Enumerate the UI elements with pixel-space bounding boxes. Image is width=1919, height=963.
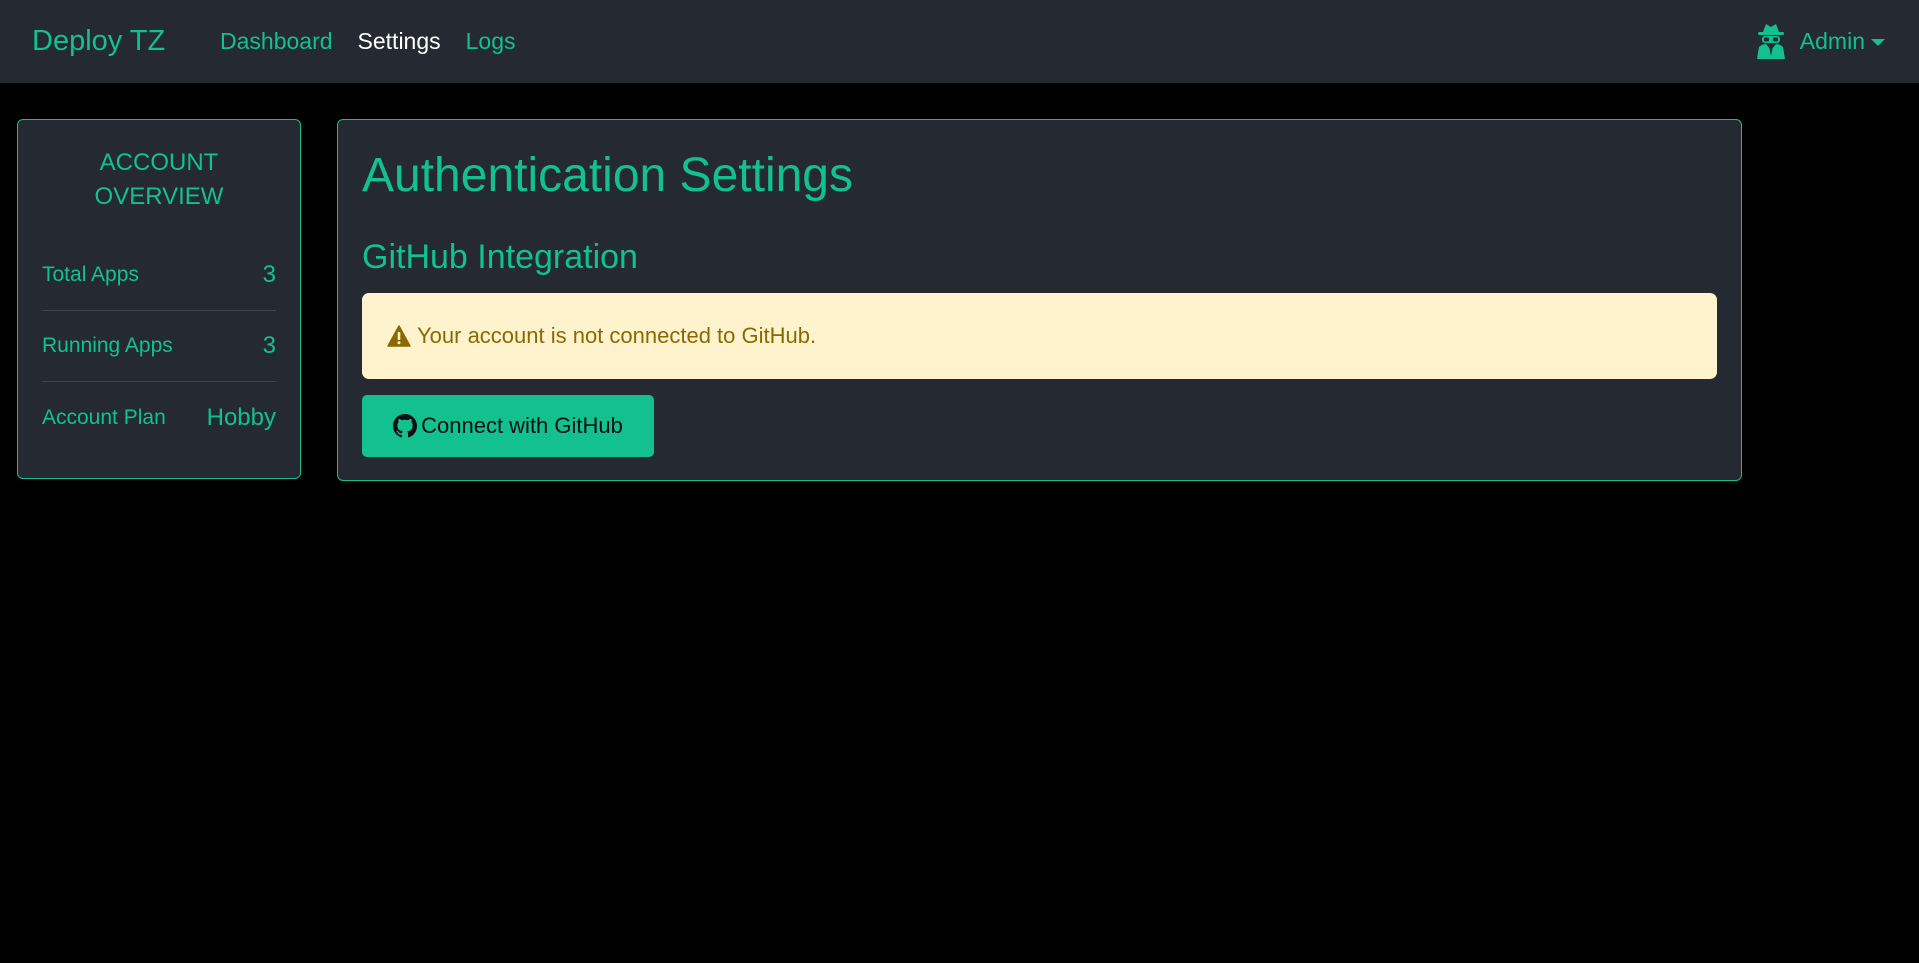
nav-link-logs[interactable]: Logs: [466, 25, 516, 57]
top-navbar: Deploy TZ Dashboard Settings Logs Admin: [0, 0, 1919, 83]
authentication-settings-card: Authentication Settings GitHub Integrati…: [337, 119, 1742, 481]
connect-github-button[interactable]: Connect with GitHub: [362, 395, 654, 457]
stat-value: 3: [262, 332, 276, 359]
brand-link[interactable]: Deploy TZ: [32, 23, 165, 59]
stat-value: Hobby: [206, 403, 276, 431]
warning-icon: [387, 325, 411, 347]
stat-row-total-apps: Total Apps 3: [42, 240, 276, 311]
account-overview-card: ACCOUNT OVERVIEW Total Apps 3 Running Ap…: [17, 119, 301, 479]
github-icon: [393, 414, 418, 438]
connect-button-label: Connect with GitHub: [421, 413, 623, 438]
section-title-github: GitHub Integration: [362, 238, 638, 276]
nav-link-settings[interactable]: Settings: [358, 25, 441, 57]
user-menu-dropdown[interactable]: Admin: [1754, 22, 1885, 60]
stat-label: Running Apps: [42, 334, 173, 357]
stat-value: 3: [262, 261, 276, 288]
stat-label: Account Plan: [42, 405, 166, 429]
page-title: Authentication Settings: [362, 149, 853, 202]
user-secret-icon: [1756, 24, 1785, 59]
alert-text: Your account is not connected to GitHub.: [417, 323, 817, 348]
stat-label: Total Apps: [42, 263, 139, 286]
chevron-down-icon: [1871, 38, 1885, 46]
account-overview-title: ACCOUNT OVERVIEW: [94, 149, 224, 210]
github-warning-alert: Your account is not connected to GitHub.: [362, 293, 1717, 379]
user-name-label: Admin: [1799, 28, 1865, 54]
stat-row-account-plan: Account Plan Hobby: [42, 382, 276, 453]
stat-row-running-apps: Running Apps 3: [42, 311, 276, 382]
nav-link-dashboard[interactable]: Dashboard: [220, 25, 333, 57]
nav-links: Dashboard Settings Logs: [220, 25, 541, 57]
